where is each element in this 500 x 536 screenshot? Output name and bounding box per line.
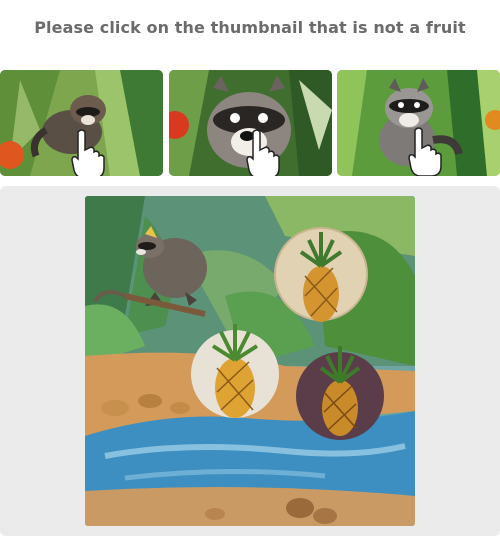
challenge-panel bbox=[0, 186, 500, 536]
raccoon-thumbnail-image bbox=[169, 70, 332, 176]
thumbnail-raccoon-3[interactable] bbox=[337, 70, 500, 176]
raccoon-thumbnail-image bbox=[337, 70, 500, 176]
raccoon-thumbnail-image bbox=[0, 70, 163, 176]
jungle-scene-image bbox=[85, 196, 415, 526]
thumbnail-raccoon-2[interactable] bbox=[169, 70, 332, 176]
thumbnail-raccoon-1[interactable] bbox=[0, 70, 163, 176]
thumbnail-row bbox=[0, 70, 500, 176]
challenge-prompt: Please click on the thumbnail that is no… bbox=[34, 18, 466, 37]
scene-pineapple-1 bbox=[274, 227, 368, 322]
challenge-scene[interactable] bbox=[85, 196, 415, 526]
